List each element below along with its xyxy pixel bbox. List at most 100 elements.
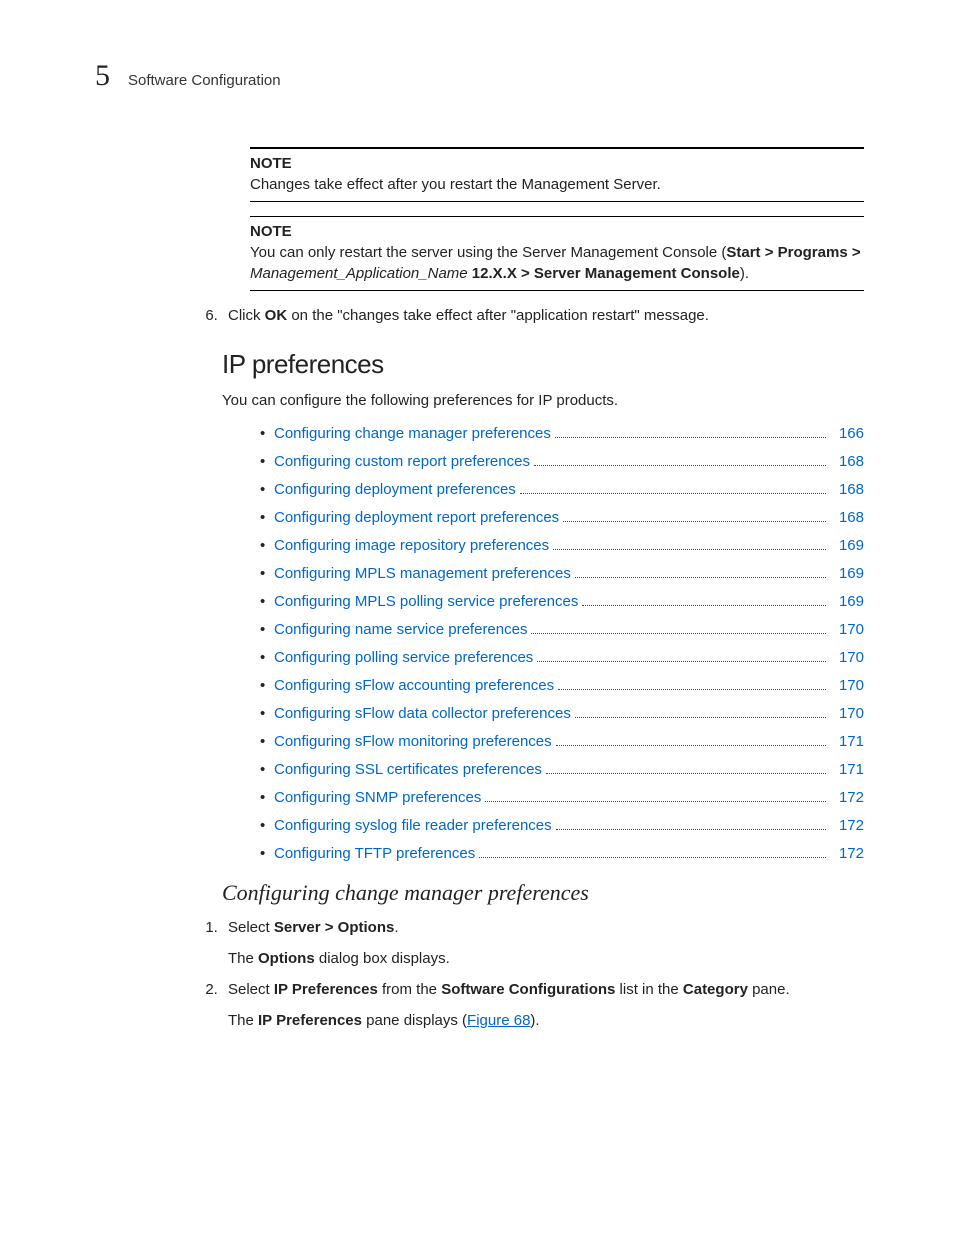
- toc-item: •Configuring sFlow monitoring preference…: [260, 731, 864, 752]
- note2-version: 12.X.X > Server Management Console: [468, 265, 740, 282]
- leader-dots: [534, 465, 826, 466]
- leader-dots: [556, 829, 826, 830]
- bullet-icon: •: [260, 787, 274, 808]
- running-header: 5 Software Configuration: [95, 55, 864, 97]
- bullet-icon: •: [260, 591, 274, 612]
- step-list: Click OK on the "changes take effect aft…: [222, 305, 864, 326]
- bullet-icon: •: [260, 843, 274, 864]
- toc-item: •Configuring SNMP preferences 172: [260, 787, 864, 808]
- toc-page[interactable]: 170: [830, 647, 864, 668]
- toc-page[interactable]: 172: [830, 815, 864, 836]
- procedure-list: Select Server > Options. The Options dia…: [222, 917, 864, 1031]
- subsection-heading: Configuring change manager preferences: [222, 878, 864, 909]
- toc-item: •Configuring image repository preference…: [260, 535, 864, 556]
- toc-link[interactable]: Configuring SSL certificates preferences: [274, 759, 542, 780]
- toc-item: •Configuring deployment preferences168: [260, 479, 864, 500]
- bullet-icon: •: [260, 815, 274, 836]
- leader-dots: [582, 605, 826, 606]
- toc-item: •Configuring sFlow accounting preference…: [260, 675, 864, 696]
- s2-sub-b: IP Preferences: [258, 1012, 362, 1029]
- step6-ok: OK: [265, 307, 288, 324]
- chapter-title: Software Configuration: [128, 70, 281, 91]
- toc-page[interactable]: 170: [830, 675, 864, 696]
- note-body: Changes take effect after you restart th…: [250, 174, 864, 195]
- note2-tail: ).: [740, 265, 749, 282]
- toc-link[interactable]: Configuring TFTP preferences: [274, 843, 475, 864]
- toc-page[interactable]: 166: [830, 423, 864, 444]
- s1-sub-c: dialog box displays.: [315, 950, 450, 967]
- s2-d: Software Configurations: [441, 981, 615, 998]
- toc-item: •Configuring custom report preferences16…: [260, 451, 864, 472]
- s1-sub-b: Options: [258, 950, 315, 967]
- figure-link[interactable]: Figure 68: [467, 1012, 530, 1029]
- s2-c: from the: [378, 981, 441, 998]
- toc-page[interactable]: 171: [830, 759, 864, 780]
- toc-page[interactable]: 172: [830, 843, 864, 864]
- s1-b: Server > Options: [274, 919, 394, 936]
- toc-link[interactable]: Configuring custom report preferences: [274, 451, 530, 472]
- leader-dots: [575, 577, 826, 578]
- toc-link[interactable]: Configuring image repository preferences: [274, 535, 549, 556]
- step6-b: on the "changes take effect after "appli…: [287, 307, 709, 324]
- note-2: NOTE You can only restart the server usi…: [250, 216, 864, 291]
- toc-item: •Configuring TFTP preferences 172: [260, 843, 864, 864]
- s2-sub-d: ).: [530, 1012, 539, 1029]
- toc-page[interactable]: 168: [830, 451, 864, 472]
- leader-dots: [553, 549, 826, 550]
- s2-f: Category: [683, 981, 748, 998]
- bullet-icon: •: [260, 535, 274, 556]
- toc-link[interactable]: Configuring sFlow data collector prefere…: [274, 703, 571, 724]
- leader-dots: [555, 437, 826, 438]
- leader-dots: [546, 773, 826, 774]
- toc-link[interactable]: Configuring polling service preferences: [274, 647, 533, 668]
- toc-link[interactable]: Configuring SNMP preferences: [274, 787, 481, 808]
- s1-sub-a: The: [228, 950, 258, 967]
- bullet-icon: •: [260, 759, 274, 780]
- toc-item: •Configuring SSL certificates preference…: [260, 759, 864, 780]
- note-1: NOTE Changes take effect after you resta…: [250, 147, 864, 202]
- leader-dots: [537, 661, 826, 662]
- chapter-number: 5: [95, 55, 110, 97]
- toc-link[interactable]: Configuring change manager preferences: [274, 423, 551, 444]
- toc-link[interactable]: Configuring name service preferences: [274, 619, 527, 640]
- proc-step-1: Select Server > Options. The Options dia…: [222, 917, 864, 969]
- toc-page[interactable]: 169: [830, 591, 864, 612]
- note-label: NOTE: [250, 221, 864, 242]
- s2-sub: The IP Preferences pane displays (Figure…: [228, 1010, 864, 1031]
- s2-g: pane.: [748, 981, 790, 998]
- toc-page[interactable]: 169: [830, 563, 864, 584]
- s1-c: .: [394, 919, 398, 936]
- leader-dots: [556, 745, 826, 746]
- toc-item: •Configuring MPLS polling service prefer…: [260, 591, 864, 612]
- s2-sub-a: The: [228, 1012, 258, 1029]
- toc-page[interactable]: 170: [830, 619, 864, 640]
- toc-item: •Configuring deployment report preferenc…: [260, 507, 864, 528]
- toc-item: •Configuring sFlow data collector prefer…: [260, 703, 864, 724]
- leader-dots: [558, 689, 826, 690]
- toc-item: •Configuring name service preferences 170: [260, 619, 864, 640]
- leader-dots: [479, 857, 826, 858]
- toc-page[interactable]: 170: [830, 703, 864, 724]
- toc-link[interactable]: Configuring sFlow monitoring preferences: [274, 731, 552, 752]
- toc-list: • Configuring change manager preferences 1…: [260, 423, 864, 864]
- toc-page[interactable]: 172: [830, 787, 864, 808]
- toc-page[interactable]: 169: [830, 535, 864, 556]
- toc-link[interactable]: Configuring MPLS management preferences: [274, 563, 571, 584]
- toc-page[interactable]: 168: [830, 507, 864, 528]
- note-label: NOTE: [250, 153, 864, 174]
- toc-link[interactable]: Configuring syslog file reader preferenc…: [274, 815, 552, 836]
- note2-lead: You can only restart the server using th…: [250, 244, 726, 261]
- toc-link[interactable]: Configuring MPLS polling service prefere…: [274, 591, 578, 612]
- toc-link[interactable]: Configuring deployment report preference…: [274, 507, 559, 528]
- toc-item: •Configuring polling service preferences…: [260, 647, 864, 668]
- bullet-icon: •: [260, 619, 274, 640]
- bullet-icon: •: [260, 703, 274, 724]
- s1-sub: The Options dialog box displays.: [228, 948, 864, 969]
- s2-b: IP Preferences: [274, 981, 378, 998]
- bullet-icon: •: [260, 507, 274, 528]
- toc-page[interactable]: 168: [830, 479, 864, 500]
- toc-link[interactable]: Configuring deployment preferences: [274, 479, 516, 500]
- bullet-icon: •: [260, 675, 274, 696]
- toc-link[interactable]: Configuring sFlow accounting preferences: [274, 675, 554, 696]
- toc-page[interactable]: 171: [830, 731, 864, 752]
